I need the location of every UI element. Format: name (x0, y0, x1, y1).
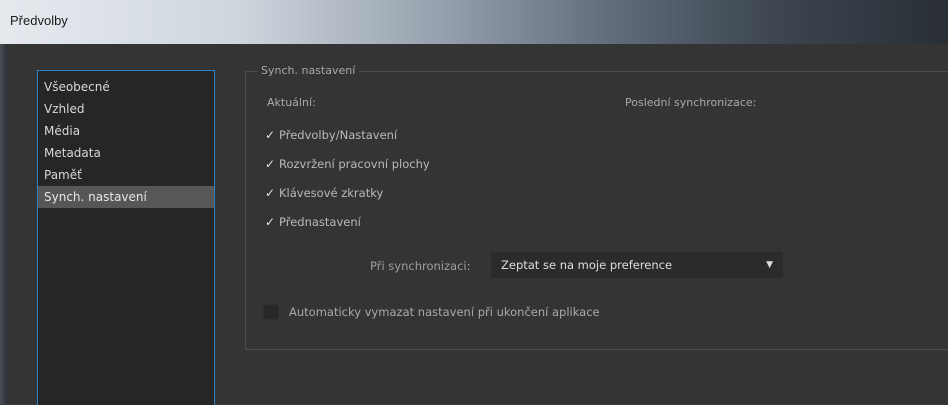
preferences-category-list[interactable]: Všeobecné Vzhled Média Metadata Paměť Sy… (37, 70, 215, 405)
group-border-left (245, 71, 246, 349)
checkbox-label: Předvolby/Nastavení (279, 128, 398, 142)
checkbox-label: Klávesové zkratky (279, 186, 384, 200)
checkbox-workspace-layout[interactable]: ✓ Rozvržení pracovní plochy (265, 155, 430, 173)
on-sync-dropdown[interactable]: Zeptat se na moje preference ▼ (491, 252, 783, 278)
on-sync-label: Při synchronizaci: (370, 259, 471, 273)
nav-item-media[interactable]: Média (38, 120, 214, 142)
checkbox-keyboard-shortcuts[interactable]: ✓ Klávesové zkratky (265, 184, 383, 202)
window-frame-left (0, 44, 7, 404)
checkmark-icon: ✓ (265, 215, 276, 229)
group-title: Synch. nastavení (257, 64, 360, 77)
auto-clear-label[interactable]: Automaticky vymazat nastavení při ukonče… (289, 305, 600, 319)
checkmark-icon: ✓ (265, 128, 276, 142)
nav-item-metadata[interactable]: Metadata (38, 142, 214, 164)
group-border-bottom (245, 349, 948, 350)
checkbox-label: Přednastavení (279, 215, 361, 229)
nav-item-appearance[interactable]: Vzhled (38, 98, 214, 120)
window-title: Předvolby (10, 13, 68, 28)
checkmark-icon: ✓ (265, 186, 276, 200)
nav-item-sync-settings[interactable]: Synch. nastavení (38, 186, 214, 208)
auto-clear-checkbox[interactable] (263, 304, 279, 320)
last-sync-label: Poslední synchronizace: (625, 96, 757, 109)
checkmark-icon: ✓ (265, 157, 276, 171)
current-label: Aktuální: (267, 96, 316, 109)
nav-item-general[interactable]: Všeobecné (38, 76, 214, 98)
on-sync-selected-value: Zeptat se na moje preference (501, 258, 673, 272)
nav-item-memory[interactable]: Paměť (38, 164, 214, 186)
preferences-content: Všeobecné Vzhled Média Metadata Paměť Sy… (7, 44, 948, 405)
checkbox-preferences[interactable]: ✓ Předvolby/Nastavení (265, 126, 397, 144)
title-bar[interactable]: Předvolby (0, 0, 948, 44)
checkbox-label: Rozvržení pracovní plochy (279, 157, 430, 171)
checkbox-presets[interactable]: ✓ Přednastavení (265, 213, 361, 231)
chevron-down-icon[interactable]: ▼ (766, 252, 773, 278)
